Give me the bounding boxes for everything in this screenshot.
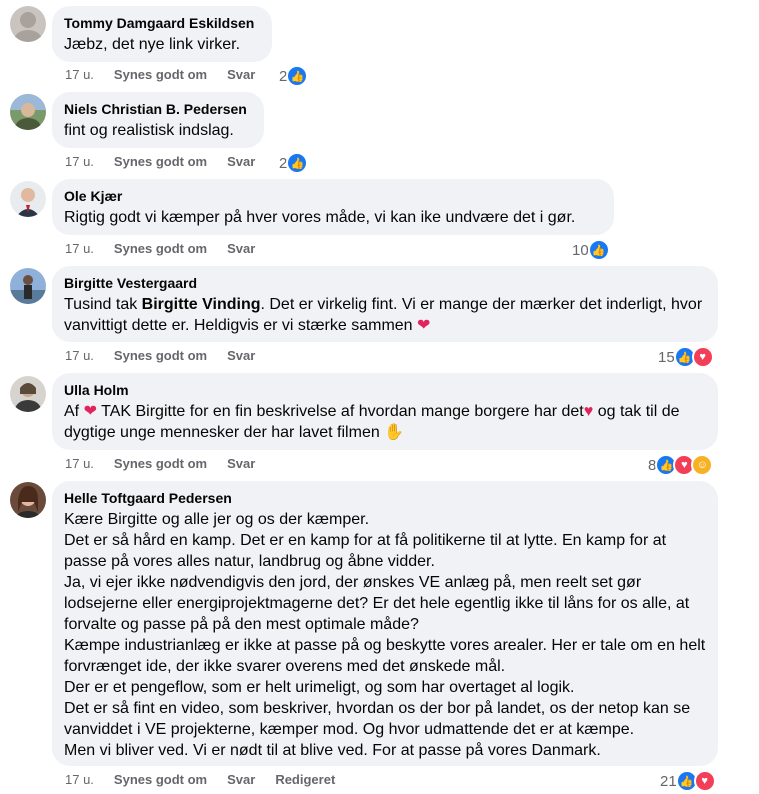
like-button[interactable]: Synes godt om (114, 241, 207, 257)
like-button[interactable]: Synes godt om (114, 67, 207, 83)
like-reaction-icon: 👍 (587, 239, 610, 261)
clapping-hands-emoji: ✋ (384, 424, 405, 441)
comment-actions: 17 u. Synes godt om Svar (65, 154, 255, 170)
care-reaction-icon: ☺ (691, 454, 714, 476)
reply-button[interactable]: Svar (227, 348, 255, 364)
reaction-summary[interactable]: 2 👍 (279, 65, 309, 87)
comment-text: Jæbz, det nye link virker. (64, 36, 241, 53)
comment-bubble: Ole Kjær Rigtig godt vi kæmper på hver v… (52, 179, 614, 235)
comment-text-part: Tusind tak (64, 296, 142, 313)
red-heart-emoji: ❤ (417, 317, 431, 334)
comment-actions: 17 u. Synes godt om Svar Redigeret (65, 772, 335, 788)
reply-button[interactable]: Svar (227, 772, 255, 788)
avatar[interactable] (10, 6, 46, 42)
comment-text: Rigtig godt vi kæmper på hver vores måde… (64, 209, 576, 226)
comment-time[interactable]: 17 u. (65, 348, 94, 364)
like-button[interactable]: Synes godt om (114, 772, 207, 788)
comment-bubble: Helle Toftgaard Pedersen Kære Birgitte o… (52, 481, 718, 766)
comment-text: fint og realistisk indslag. (64, 122, 234, 139)
comment-time[interactable]: 17 u. (65, 67, 94, 83)
comment-bubble: Ulla Holm Af ❤ TAK Birgitte for en fin b… (52, 373, 718, 450)
love-reaction-icon: ♥ (691, 346, 714, 368)
avatar[interactable] (10, 268, 46, 304)
comment-actions: 17 u. Synes godt om Svar (65, 67, 255, 83)
reaction-count: 21 (660, 772, 677, 790)
comment-author[interactable]: Birgitte Vestergaard (64, 274, 706, 292)
comment-text: Tusind tak Birgitte Vinding. Det er virk… (64, 294, 706, 336)
avatar[interactable] (10, 482, 46, 518)
like-reaction-icon: 👍 (286, 65, 309, 87)
comment-time[interactable]: 17 u. (65, 241, 94, 257)
reply-button[interactable]: Svar (227, 154, 255, 170)
broken-heart-emoji: ♥ (583, 403, 594, 420)
mention-link[interactable]: Birgitte Vinding (142, 296, 261, 313)
comment-text-part: TAK Birgitte for en fin beskrivelse af h… (96, 403, 584, 420)
reply-button[interactable]: Svar (227, 241, 255, 257)
comment-actions: 17 u. Synes godt om Svar (65, 456, 255, 472)
reply-button[interactable]: Svar (227, 67, 255, 83)
reaction-summary[interactable]: 15 👍 ♥ (658, 346, 714, 368)
comment-author[interactable]: Tommy Damgaard Eskildsen (64, 14, 260, 32)
comment-actions: 17 u. Synes godt om Svar (65, 348, 255, 364)
comment-time[interactable]: 17 u. (65, 772, 94, 788)
comment-author[interactable]: Ulla Holm (64, 381, 706, 399)
reaction-summary[interactable]: 10 👍 (572, 239, 610, 261)
comment-author[interactable]: Helle Toftgaard Pedersen (64, 489, 706, 507)
reaction-count: 10 (572, 241, 589, 259)
reaction-count: 15 (658, 348, 675, 366)
comment-actions: 17 u. Synes godt om Svar (65, 241, 255, 257)
like-button[interactable]: Synes godt om (114, 456, 207, 472)
red-heart-emoji: ❤ (83, 403, 97, 420)
comment-text-part: Af (64, 403, 84, 420)
love-reaction-icon: ♥ (693, 770, 716, 792)
comment-author[interactable]: Ole Kjær (64, 187, 602, 205)
reaction-summary[interactable]: 8 👍 ♥ ☺ (648, 454, 714, 476)
avatar[interactable] (10, 94, 46, 130)
avatar[interactable] (10, 376, 46, 412)
comment-bubble: Birgitte Vestergaard Tusind tak Birgitte… (52, 266, 718, 342)
comment-author[interactable]: Niels Christian B. Pedersen (64, 100, 252, 118)
reaction-summary[interactable]: 2 👍 (279, 152, 309, 174)
comment-time[interactable]: 17 u. (65, 456, 94, 472)
reply-button[interactable]: Svar (227, 456, 255, 472)
reaction-summary[interactable]: 21 👍 ♥ (660, 770, 716, 792)
comment-bubble: Niels Christian B. Pedersen fint og real… (52, 92, 264, 148)
comment-text: Af ❤ TAK Birgitte for en fin beskrivelse… (64, 401, 706, 443)
edited-label[interactable]: Redigeret (275, 772, 335, 788)
like-reaction-icon: 👍 (286, 152, 309, 174)
like-button[interactable]: Synes godt om (114, 348, 207, 364)
comment-time[interactable]: 17 u. (65, 154, 94, 170)
comment-bubble: Tommy Damgaard Eskildsen Jæbz, det nye l… (52, 6, 272, 62)
like-button[interactable]: Synes godt om (114, 154, 207, 170)
avatar[interactable] (10, 181, 46, 217)
comment-text: Kære Birgitte og alle jer og os der kæmp… (64, 511, 706, 759)
